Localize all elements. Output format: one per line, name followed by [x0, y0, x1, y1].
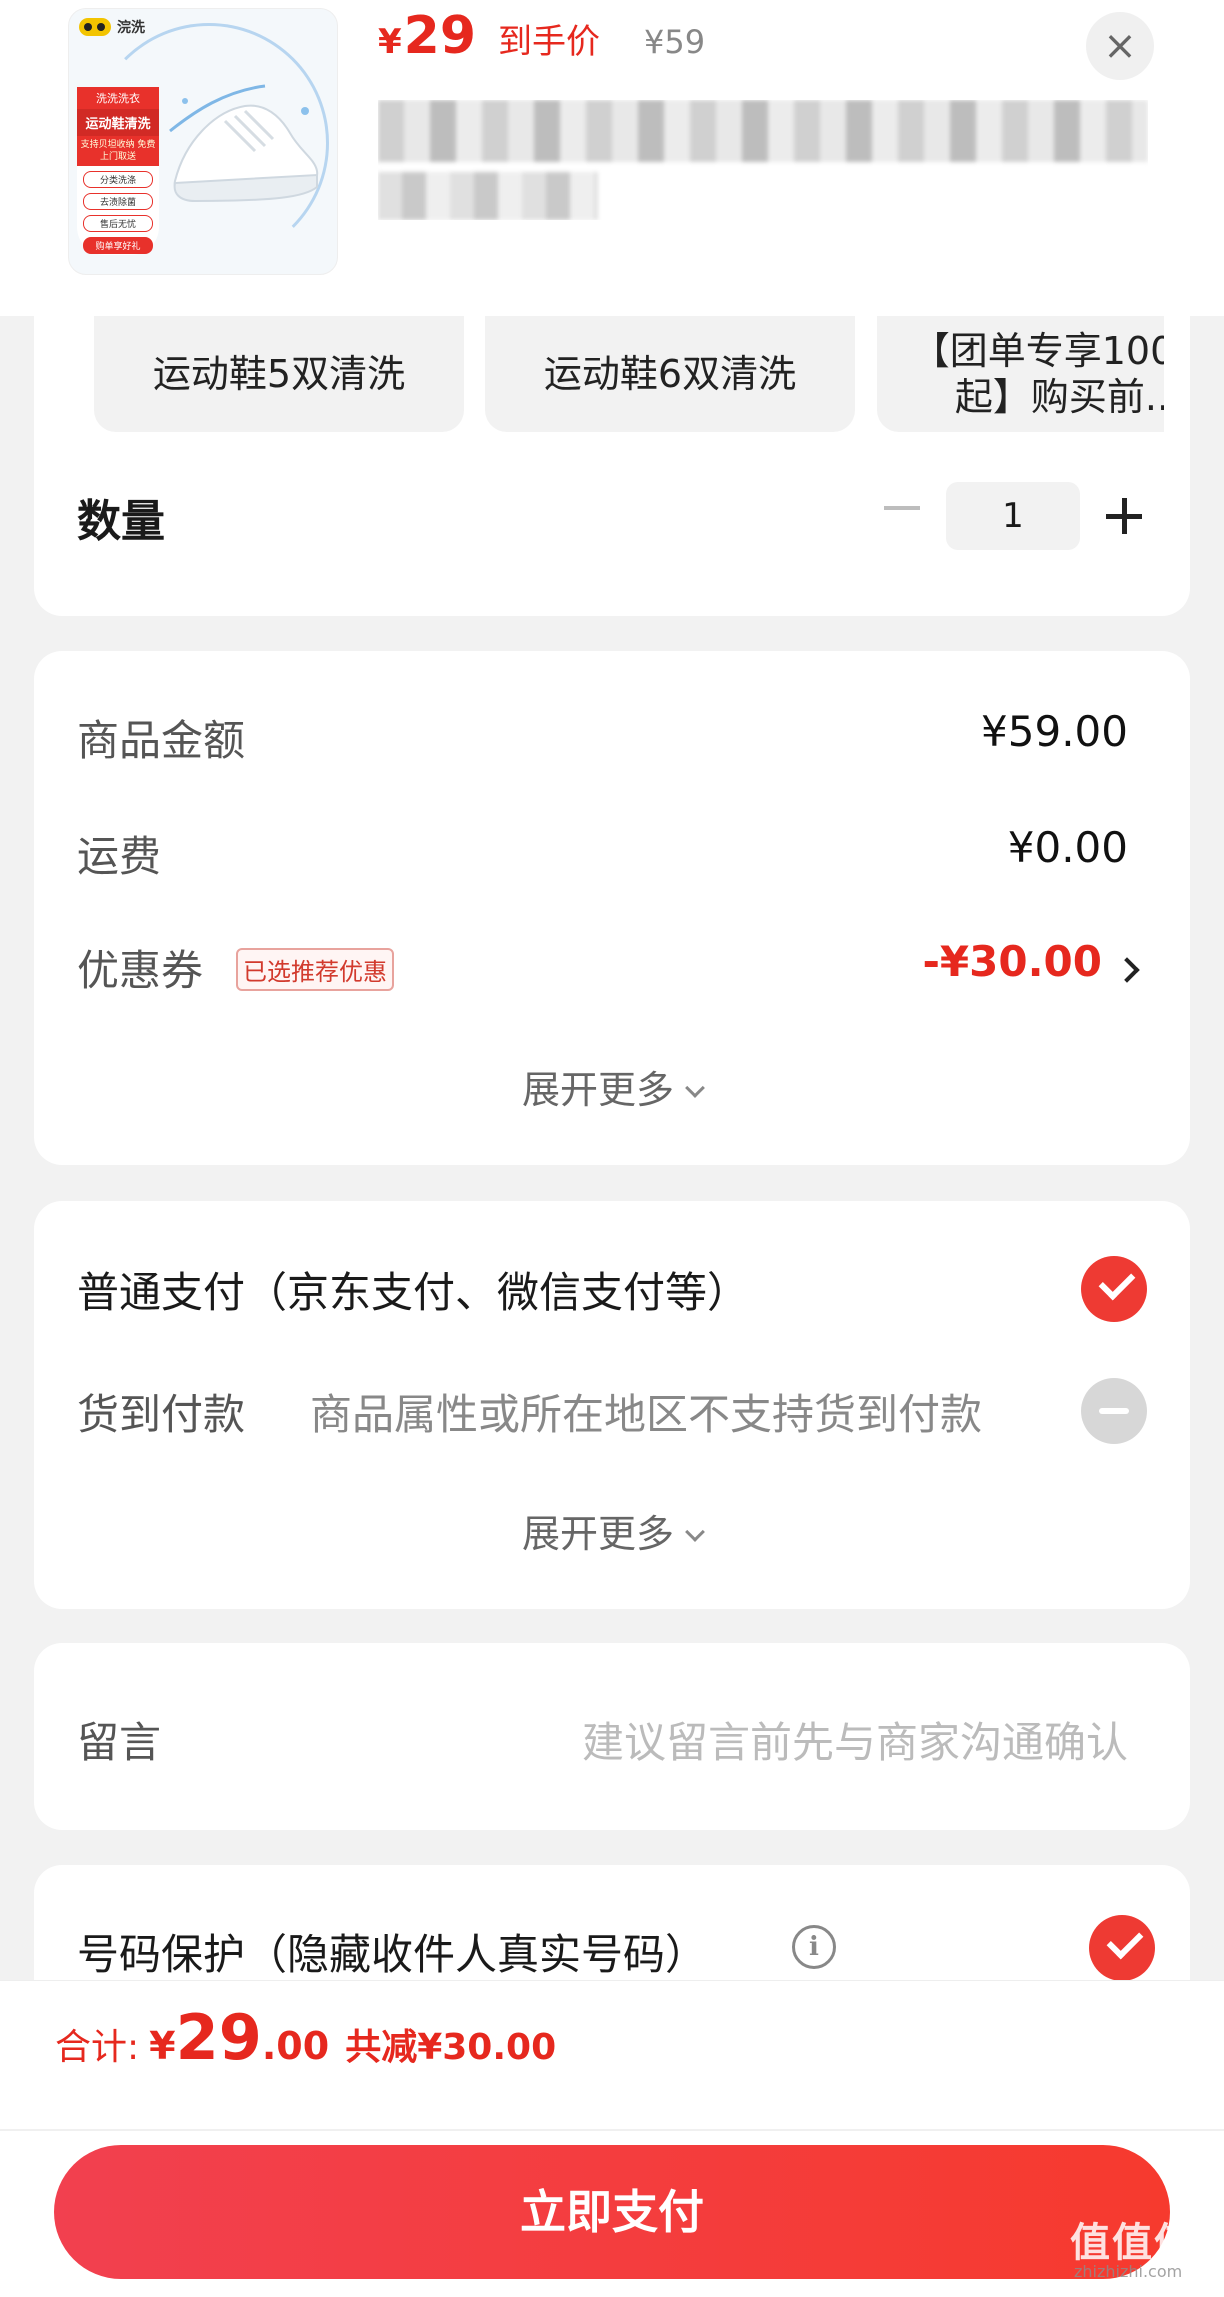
chevron-down-icon — [685, 1078, 705, 1098]
total-savings: 共减¥30.00 — [345, 2027, 557, 2068]
shipping-label: 运费 — [77, 832, 162, 881]
brand-logo-icon — [79, 18, 111, 36]
total-label: 合计: — [55, 2027, 140, 2068]
thumbnail-promo-card: 洗洗洗衣 运动鞋清洗 支持贝坦收纳 免费上门取送 分类洗涤 去渍除菌 售后无忧 … — [77, 87, 159, 255]
expand-more-summary[interactable]: 展开更多 — [34, 1059, 1190, 1114]
watermark-url: zhizhizhi.com — [1074, 2262, 1183, 2281]
thumbnail-brand-name: 浣洗 — [117, 20, 145, 36]
order-total: 合计: ¥ 29 .00 共减¥30.00 — [55, 2001, 556, 2074]
message-input[interactable]: 建议留言前先与商家沟通确认 — [582, 1709, 1128, 1770]
mosaic-blur — [378, 172, 598, 220]
promo-pill: 购单享好礼 — [83, 237, 153, 254]
price-row: ¥ 29 到手价 ¥59 — [378, 6, 705, 66]
coupon-value[interactable]: -¥30.00 — [922, 937, 1102, 986]
product-header: 浣洗 洗洗洗衣 运动鞋清洗 支持贝坦收纳 免费上门取送 分类洗涤 去渍除菌 售后… — [0, 0, 1224, 316]
number-protection-checked-icon[interactable] — [1089, 1915, 1155, 1981]
number-protection-label: 号码保护（隐藏收件人真实号码） — [77, 1930, 708, 1979]
promo-line: 支持贝坦收纳 免费上门取送 — [77, 136, 159, 166]
sneaker-image — [169, 84, 319, 203]
total-integer: 29 — [175, 2001, 262, 2074]
chevron-down-icon — [685, 1522, 705, 1542]
thumbnail-brand: 浣洗 — [79, 17, 145, 37]
spec-options-strip[interactable]: 运动鞋5双清洗 运动鞋6双清洗 【团单专享100件起】购买前.. — [94, 316, 1164, 432]
quantity-increase-button[interactable] — [1100, 492, 1148, 540]
info-icon[interactable]: i — [792, 1925, 836, 1969]
pay-now-button[interactable]: 立即支付 — [54, 2145, 1170, 2279]
quantity-label: 数量 — [77, 496, 165, 547]
divider — [0, 2129, 1224, 2131]
promo-pill: 售后无忧 — [83, 215, 153, 232]
shipping-value: ¥0.00 — [1007, 823, 1128, 872]
cod-label: 货到付款 — [77, 1390, 246, 1439]
original-price: ¥59 — [644, 23, 706, 61]
coupon-badge: 已选推荐优惠 — [236, 948, 394, 991]
cod-disabled-icon — [1081, 1378, 1147, 1444]
cod-unavailable-note: 商品属性或所在地区不支持货到付款 — [310, 1390, 983, 1439]
message-card: 留言 建议留言前先与商家沟通确认 — [34, 1643, 1190, 1830]
goods-amount-value: ¥59.00 — [981, 707, 1128, 756]
quantity-input[interactable]: 1 — [946, 482, 1080, 550]
quantity-decrease-button[interactable] — [878, 484, 926, 532]
message-label: 留言 — [77, 1718, 162, 1767]
spec-card: 运动鞋5双清洗 运动鞋6双清洗 【团单专享100件起】购买前.. — [34, 316, 1190, 616]
spec-option[interactable]: 运动鞋5双清洗 — [94, 316, 464, 432]
price-summary-card: 商品金额 ¥59.00 运费 ¥0.00 优惠券 已选推荐优惠 -¥30.00 … — [34, 651, 1190, 1165]
expand-more-payment[interactable]: 展开更多 — [34, 1503, 1190, 1558]
normal-payment-label[interactable]: 普通支付（京东支付、微信支付等） — [77, 1259, 749, 1320]
watermark-logo: 值值值 — [1070, 2220, 1196, 2266]
product-thumbnail[interactable]: 浣洗 洗洗洗衣 运动鞋清洗 支持贝坦收纳 免费上门取送 分类洗涤 去渍除菌 售后… — [68, 8, 338, 275]
final-price-tag: 到手价 — [498, 22, 601, 62]
promo-line: 洗洗洗衣 — [77, 87, 159, 109]
close-icon: × — [1103, 23, 1137, 69]
total-decimal: .00 — [261, 2024, 330, 2068]
payment-method-card: 普通支付（京东支付、微信支付等） 货到付款 商品属性或所在地区不支持货到付款 展… — [34, 1201, 1190, 1609]
price-currency: ¥ — [378, 22, 402, 62]
promo-pill: 分类洗涤 — [83, 171, 153, 188]
mosaic-blur — [378, 100, 1148, 162]
blurred-product-title — [378, 100, 1148, 220]
expand-more-label: 展开更多 — [521, 1512, 674, 1556]
spec-option[interactable]: 【团单专享100件起】购买前.. — [877, 316, 1164, 432]
checkout-bar: 合计: ¥ 29 .00 共减¥30.00 立即支付 — [0, 1980, 1224, 2297]
final-price: 29 — [403, 6, 477, 66]
total-currency: ¥ — [149, 2024, 176, 2068]
expand-more-label: 展开更多 — [521, 1068, 674, 1112]
normal-payment-checked-icon[interactable] — [1081, 1256, 1147, 1322]
goods-amount-label: 商品金额 — [77, 716, 246, 765]
spec-option[interactable]: 运动鞋6双清洗 — [485, 316, 855, 432]
promo-line: 运动鞋清洗 — [77, 109, 159, 136]
promo-pill: 去渍除菌 — [83, 193, 153, 210]
coupon-label: 优惠券 — [77, 946, 204, 995]
chevron-right-icon[interactable] — [1114, 957, 1140, 983]
close-button[interactable]: × — [1086, 12, 1154, 80]
